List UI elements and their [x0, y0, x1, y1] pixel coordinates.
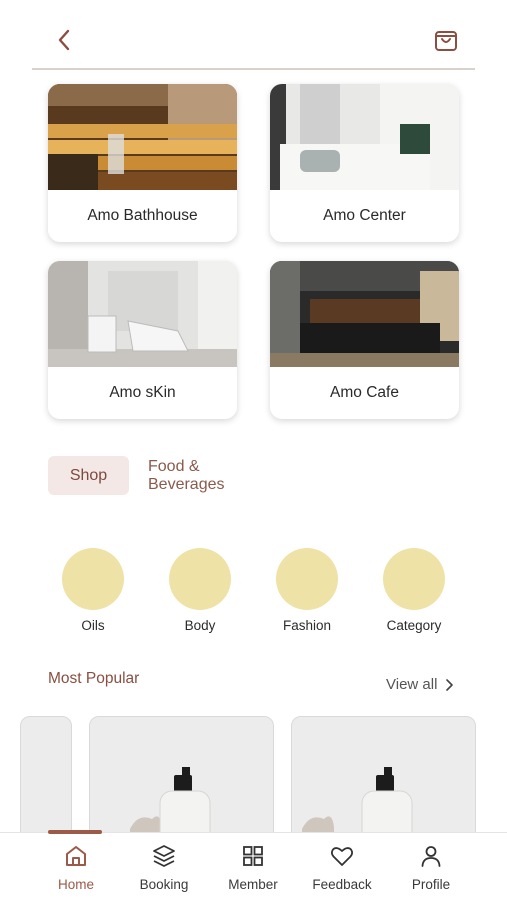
product-bottle-image — [292, 717, 475, 845]
view-all-label: View all — [386, 676, 438, 693]
bathhouse-image — [48, 84, 237, 190]
cart-button[interactable] — [431, 25, 461, 55]
category-circle — [383, 548, 445, 610]
layers-icon — [153, 845, 175, 867]
grid-icon — [243, 846, 263, 866]
nav-label: Profile — [411, 877, 451, 892]
product-card[interactable] — [89, 716, 274, 846]
category-circle — [169, 548, 231, 610]
nav-label: Feedback — [312, 877, 372, 892]
category-label: Body — [184, 618, 216, 633]
venue-label: Amo Cafe — [330, 384, 399, 401]
venue-card-skin[interactable]: Amo sKin — [48, 261, 237, 419]
nav-feedback[interactable]: Feedback — [302, 843, 382, 892]
venue-label: Amo Bathhouse — [87, 207, 198, 224]
category-oils[interactable]: Oils — [53, 548, 133, 633]
center-image — [270, 84, 459, 190]
active-tab-indicator — [48, 830, 102, 834]
nav-booking[interactable]: Booking — [124, 843, 204, 892]
category-body[interactable]: Body — [160, 548, 240, 633]
category-label: Oils — [81, 618, 105, 633]
app-header — [0, 0, 507, 70]
nav-profile[interactable]: Profile — [391, 843, 471, 892]
category-category[interactable]: Category — [374, 548, 454, 633]
venue-label: Amo Center — [323, 207, 406, 224]
skin-clinic-image — [48, 261, 237, 367]
nav-label: Home — [57, 877, 94, 892]
product-card[interactable] — [291, 716, 476, 846]
category-fashion[interactable]: Fashion — [267, 548, 347, 633]
nav-home[interactable]: Home — [36, 843, 116, 892]
chevron-right-icon — [446, 678, 454, 691]
header-divider — [32, 68, 475, 70]
product-bottle-image — [90, 717, 273, 845]
user-icon — [421, 846, 441, 867]
bottom-navigation: Home Booking Member Feedback Profile — [0, 830, 507, 900]
tab-food-beverages[interactable]: Food & Beverages — [148, 456, 278, 495]
venue-card-cafe[interactable]: Amo Cafe — [270, 261, 459, 419]
view-all-link[interactable]: View all — [386, 676, 454, 693]
tab-shop[interactable]: Shop — [48, 456, 129, 495]
venue-card-center[interactable]: Amo Center — [270, 84, 459, 242]
category-label: Category — [386, 618, 442, 633]
shopping-bag-icon — [435, 31, 457, 51]
product-card[interactable] — [20, 716, 72, 846]
category-circle — [276, 548, 338, 610]
category-circle — [62, 548, 124, 610]
back-button[interactable] — [50, 26, 78, 54]
category-label: Fashion — [282, 618, 332, 633]
home-icon — [66, 846, 86, 866]
chevron-left-icon — [58, 29, 70, 51]
heart-icon — [330, 847, 354, 866]
nav-label: Booking — [139, 877, 189, 892]
venue-card-bathhouse[interactable]: Amo Bathhouse — [48, 84, 237, 242]
nav-member[interactable]: Member — [213, 843, 293, 892]
nav-label: Member — [228, 877, 278, 892]
cafe-image — [270, 261, 459, 367]
most-popular-title: Most Popular — [48, 670, 140, 687]
venue-label: Amo sKin — [109, 384, 176, 401]
